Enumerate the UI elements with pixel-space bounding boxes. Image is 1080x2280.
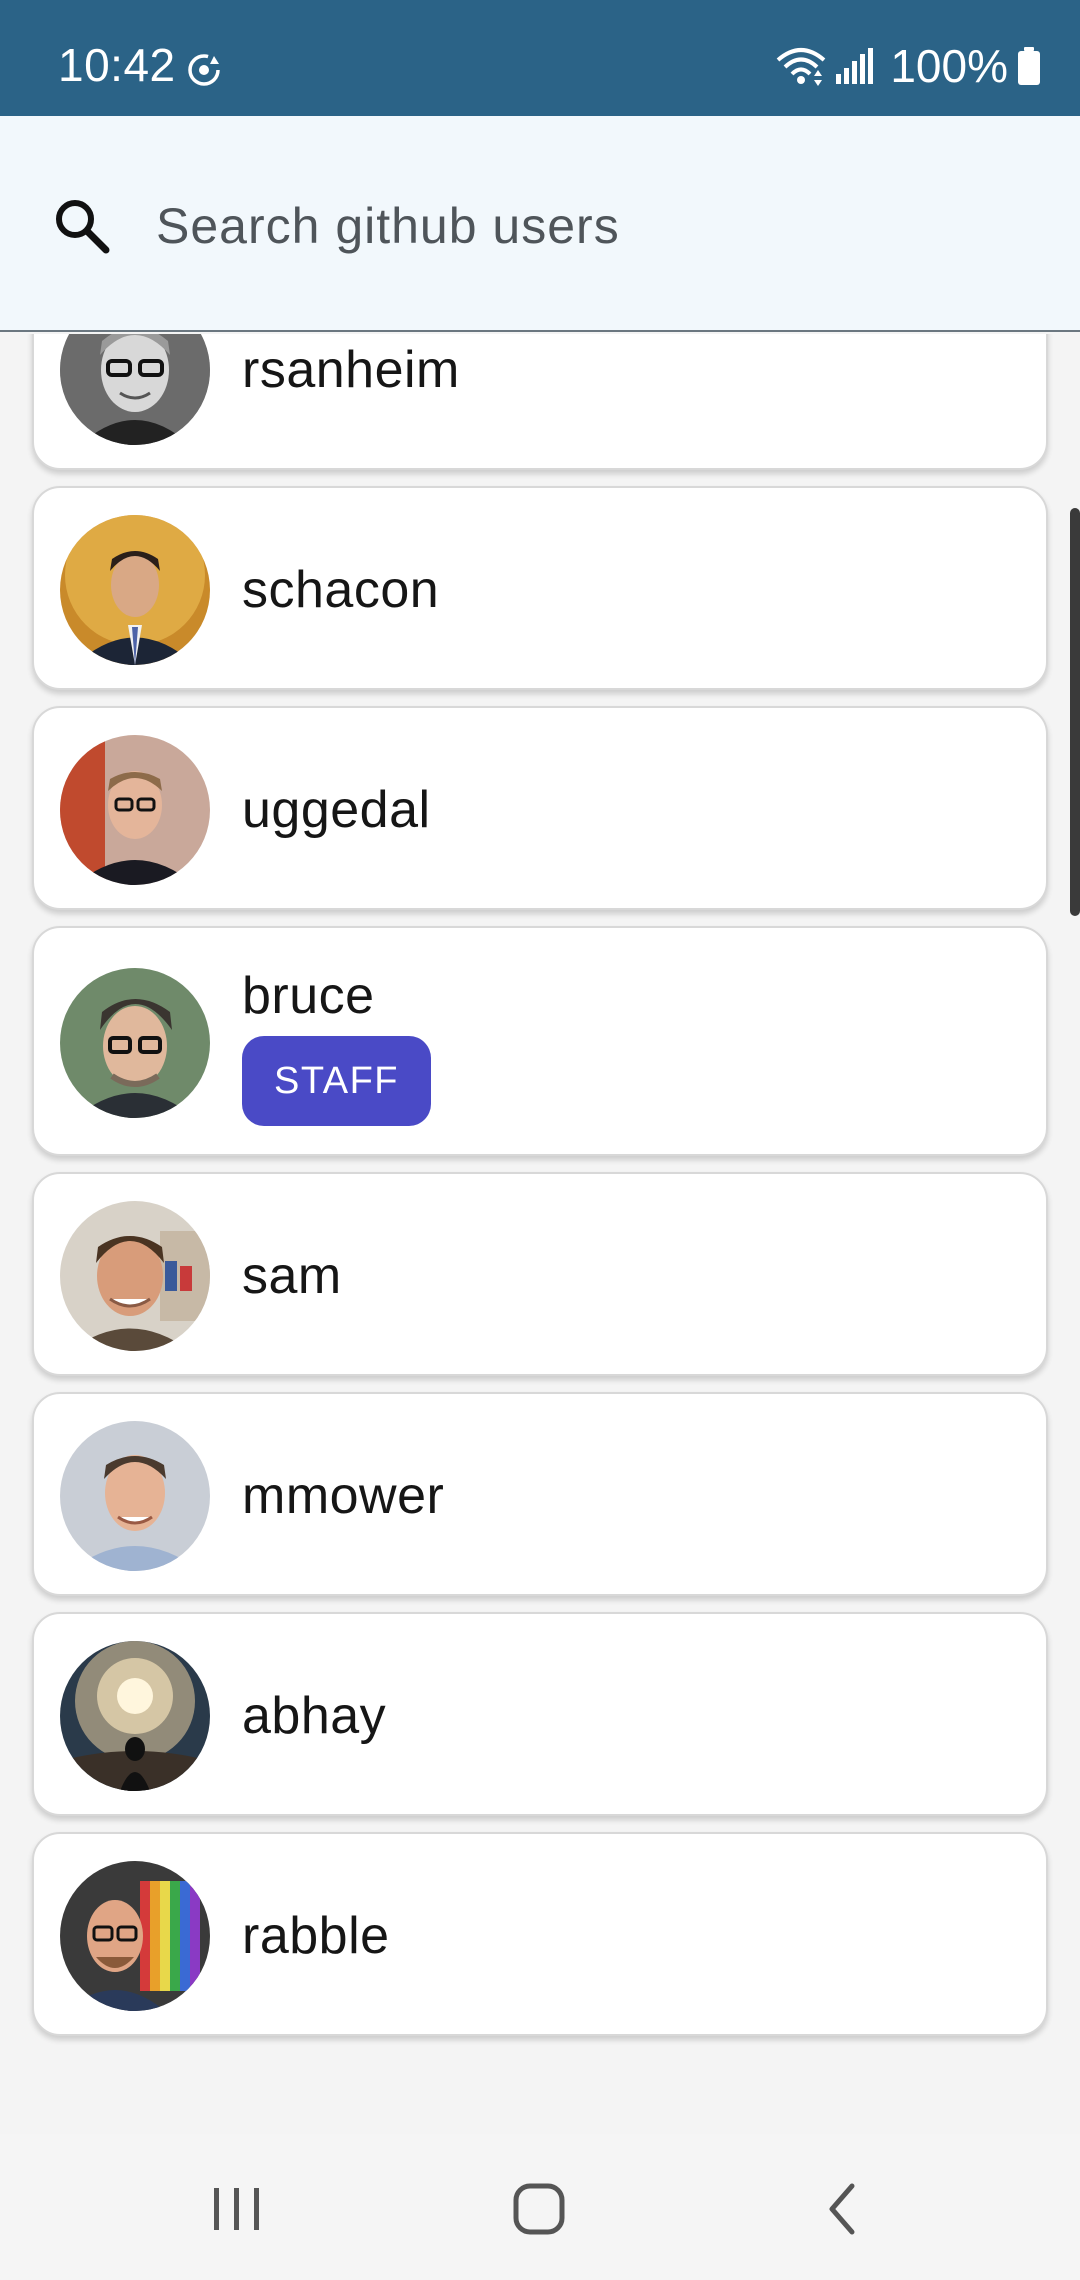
navigation-bar (0, 2134, 1080, 2280)
status-indicators: 100% (776, 38, 1040, 94)
avatar-abhay (60, 1641, 210, 1791)
battery-level: 100% (890, 40, 1008, 92)
user-card-mmower[interactable]: mmower (32, 1392, 1048, 1596)
user-card-abhay[interactable]: abhay (32, 1612, 1048, 1816)
home-icon[interactable] (504, 2174, 574, 2244)
search-bar[interactable] (0, 116, 1080, 332)
status-time: 10:42 (58, 39, 176, 91)
avatar-rsanheim (60, 334, 210, 445)
username: sam (242, 1247, 342, 1305)
avatar-uggedal (60, 735, 210, 885)
username: schacon (242, 561, 440, 619)
avatar-schacon (60, 515, 210, 665)
scrollbar[interactable] (1070, 508, 1080, 916)
back-icon[interactable] (808, 2174, 878, 2244)
user-list[interactable]: rsanheim schacon uggedal bruce STAFF sam… (0, 334, 1080, 2134)
app-screen: 10:42 100% Search github users rsanheim … (0, 0, 1080, 2280)
avatar-rabble (60, 1861, 210, 2011)
signal-icon (836, 48, 874, 84)
username: abhay (242, 1687, 387, 1745)
status-bar: 10:42 100% (0, 0, 1080, 116)
search-icon (56, 200, 110, 254)
sync-icon (188, 54, 220, 86)
user-card-uggedal[interactable]: uggedal (32, 706, 1048, 910)
username: mmower (242, 1467, 445, 1525)
username: rabble (242, 1907, 390, 1965)
avatar-sam (60, 1201, 210, 1351)
user-card-schacon[interactable]: schacon (32, 486, 1048, 690)
username: rsanheim (242, 341, 460, 399)
battery-icon (1018, 47, 1040, 85)
username: bruce (242, 967, 375, 1025)
search-input[interactable] (156, 186, 1036, 266)
avatar-mmower (60, 1421, 210, 1571)
user-card-bruce[interactable]: bruce STAFF (32, 926, 1048, 1156)
wifi-icon (777, 48, 826, 86)
avatar-bruce (60, 968, 210, 1118)
recents-icon[interactable] (202, 2174, 272, 2244)
staff-badge: STAFF (242, 1036, 432, 1126)
user-card-rsanheim[interactable]: rsanheim (32, 334, 1048, 470)
user-card-rabble[interactable]: rabble (32, 1832, 1048, 2036)
username: uggedal (242, 781, 431, 839)
user-card-sam[interactable]: sam (32, 1172, 1048, 1376)
